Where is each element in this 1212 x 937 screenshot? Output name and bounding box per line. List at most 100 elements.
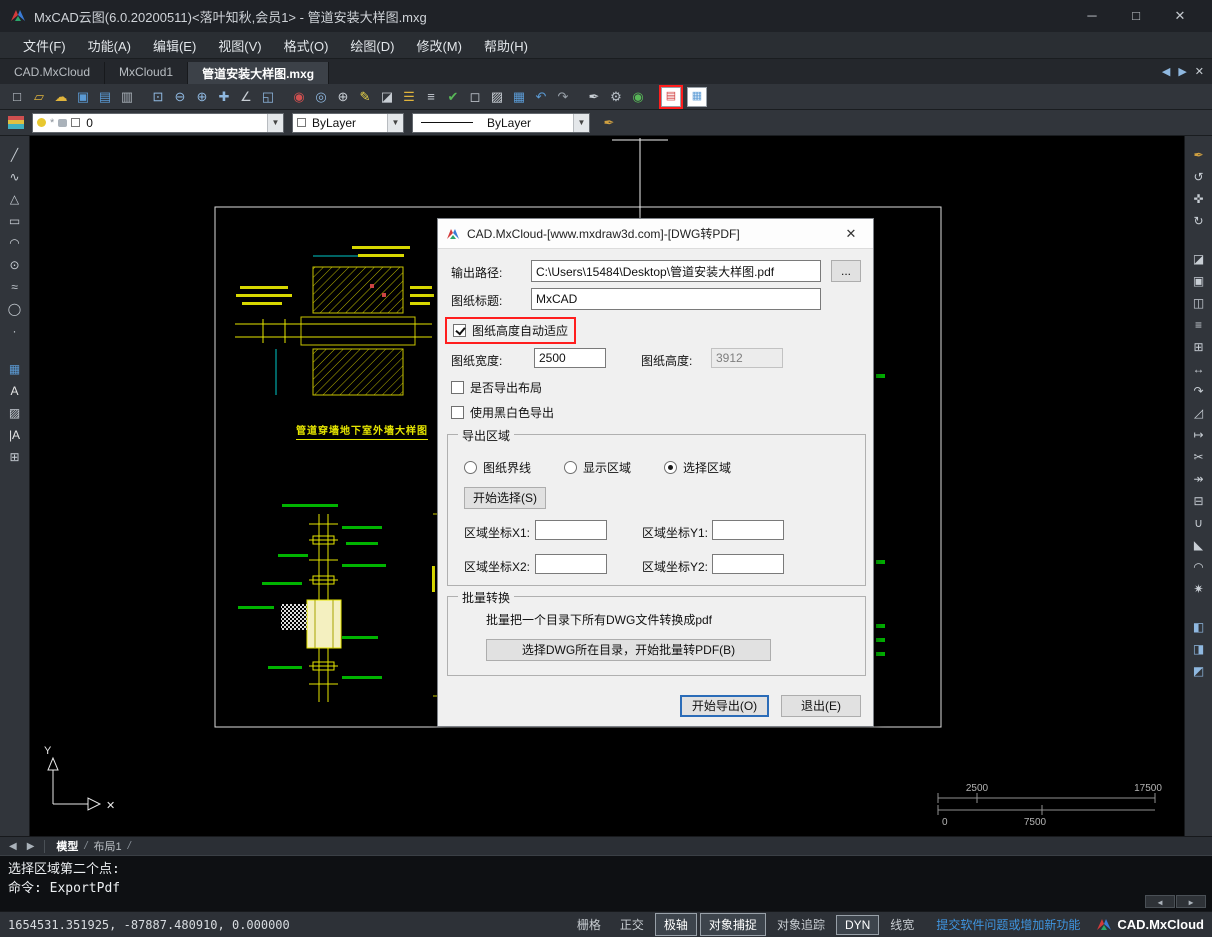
orbit-icon[interactable]: ↺ [1189, 167, 1209, 187]
mirror-icon[interactable]: ◫ [1189, 293, 1209, 313]
scale-icon[interactable]: ◿ [1189, 403, 1209, 423]
tab-scroll-left-icon[interactable]: ◀ [1162, 65, 1170, 78]
color-select[interactable]: ByLayer ▼ [292, 113, 404, 133]
join-icon[interactable]: ∪ [1189, 513, 1209, 533]
tab-close-icon[interactable]: ✕ [1195, 65, 1204, 78]
status-toggle-dyn[interactable]: DYN [836, 915, 879, 935]
region-x1-input[interactable] [535, 520, 607, 540]
output-path-input[interactable] [531, 260, 821, 282]
cmd-scroll-right-icon[interactable]: ▶ [1176, 895, 1206, 908]
layer-manager-icon[interactable] [8, 116, 24, 129]
layer-dropdown-icon[interactable]: ▼ [267, 114, 283, 132]
doc-tab-cadmxcloud[interactable]: CAD.MxCloud [0, 62, 105, 84]
region-y2-input[interactable] [712, 554, 784, 574]
rotate-icon[interactable]: ↷ [1189, 381, 1209, 401]
move-icon[interactable]: ↔ [1189, 359, 1209, 379]
line-icon[interactable]: ╱ [5, 145, 25, 165]
rotate-view-icon[interactable]: ↻ [1189, 211, 1209, 231]
menu-file[interactable]: 文件(F) [12, 32, 77, 59]
break-icon[interactable]: ⊟ [1189, 491, 1209, 511]
zoom-previous-icon[interactable]: ◉ [289, 87, 309, 107]
status-toggle-polar[interactable]: 极轴 [655, 913, 697, 936]
zoom-in-icon[interactable]: ⊕ [192, 87, 212, 107]
osnap-target-icon[interactable]: ⊕ [333, 87, 353, 107]
copy-icon[interactable]: ▣ [1189, 271, 1209, 291]
layout-tab-prev-icon[interactable]: ◀ [4, 841, 22, 852]
print-icon[interactable]: ▥ [117, 87, 137, 107]
menu-draw[interactable]: 绘图(D) [339, 32, 405, 59]
auto-height-checkbox[interactable] [453, 324, 466, 337]
tab-scroll-right-icon[interactable]: ▶ [1178, 65, 1186, 78]
select-box-icon[interactable]: ◻ [465, 87, 485, 107]
command-line-panel[interactable]: 选择区域第二个点: 命令: ExportPdf ◀ ▶ [0, 855, 1212, 911]
zoom-extents-icon[interactable]: ◱ [258, 87, 278, 107]
bw-export-checkbox[interactable] [451, 406, 464, 419]
hatch-icon[interactable]: ▨ [487, 87, 507, 107]
erase-object-icon[interactable]: ◪ [1189, 249, 1209, 269]
batch-convert-button[interactable]: 选择DWG所在目录，开始批量转PDF(B) [486, 639, 771, 661]
match-paint-icon[interactable]: ✒ [599, 113, 619, 133]
region-x2-input[interactable] [535, 554, 607, 574]
feedback-link[interactable]: 提交软件问题或增加新功能 [936, 916, 1080, 933]
ellipse-icon[interactable]: ◯ [5, 299, 25, 319]
open-file-icon[interactable]: ▱ [29, 87, 49, 107]
exit-button[interactable]: 退出(E) [781, 695, 861, 717]
menu-modify[interactable]: 修改(M) [405, 32, 473, 59]
match-properties-icon[interactable]: ✒ [1189, 145, 1209, 165]
close-button[interactable]: ✕ [1158, 8, 1202, 24]
trim-icon[interactable]: ✂ [1189, 447, 1209, 467]
redo-icon[interactable]: ↷ [553, 87, 573, 107]
stamp-icon[interactable]: ✒ [584, 87, 604, 107]
layer-select[interactable]: * 0 ▼ [32, 113, 284, 133]
menu-view[interactable]: 视图(V) [207, 32, 272, 59]
linetype-select[interactable]: ByLayer ▼ [412, 113, 590, 133]
revision-cloud-icon[interactable]: ≈ [5, 277, 25, 297]
color-dropdown-icon[interactable]: ▼ [387, 114, 403, 132]
tab-model[interactable]: 模型 [50, 838, 84, 854]
circle-icon[interactable]: ⊙ [5, 255, 25, 275]
vertical-text-icon[interactable]: |A [5, 425, 25, 445]
minimize-button[interactable]: ─ [1070, 8, 1114, 24]
image-export-icon[interactable]: ▦ [687, 87, 707, 107]
dialog-close-button[interactable]: ✕ [837, 226, 865, 242]
pan-icon[interactable]: ✚ [214, 87, 234, 107]
explode-icon[interactable]: ✷ [1189, 579, 1209, 599]
measure-angle-icon[interactable]: ∠ [236, 87, 256, 107]
edit-ok-icon[interactable]: ✔ [443, 87, 463, 107]
menu-function[interactable]: 功能(A) [77, 32, 142, 59]
sheet-extents-radio[interactable] [464, 461, 477, 474]
menu-help[interactable]: 帮助(H) [473, 32, 539, 59]
move-view-icon[interactable]: ✜ [1189, 189, 1209, 209]
layers-icon[interactable]: ☰ [399, 87, 419, 107]
erase-icon[interactable]: ◪ [377, 87, 397, 107]
extend-icon[interactable]: ↠ [1189, 469, 1209, 489]
layer-copy-icon[interactable]: ◧ [1189, 617, 1209, 637]
hatch-fill-icon[interactable]: ▨ [5, 403, 25, 423]
cloud-open-icon[interactable]: ☁ [51, 87, 71, 107]
pencil-icon[interactable]: ✎ [355, 87, 375, 107]
array-icon[interactable]: ⊞ [1189, 337, 1209, 357]
sheet-title-input[interactable] [531, 288, 821, 310]
zoom-out-icon[interactable]: ⊖ [170, 87, 190, 107]
arc-icon[interactable]: ◠ [5, 233, 25, 253]
browse-button[interactable]: ... [831, 260, 861, 282]
dialog-titlebar[interactable]: CAD.MxCloud-[www.mxdraw3d.com]-[DWG转PDF]… [438, 219, 873, 249]
options-gear-icon[interactable]: ⚙ [606, 87, 626, 107]
fillet-icon[interactable]: ◠ [1189, 557, 1209, 577]
insert-image-icon[interactable]: ▦ [5, 359, 25, 379]
doc-tab-mxcloud1[interactable]: MxCloud1 [105, 62, 188, 84]
table-icon[interactable]: ⊞ [5, 447, 25, 467]
select-area-radio[interactable] [664, 461, 677, 474]
region-y1-input[interactable] [712, 520, 784, 540]
polyline-icon[interactable]: ∿ [5, 167, 25, 187]
point-icon[interactable]: · [5, 321, 25, 341]
undo-icon[interactable]: ↶ [531, 87, 551, 107]
zoom-realtime-icon[interactable]: ◎ [311, 87, 331, 107]
status-toggle-lineweight[interactable]: 线宽 [882, 914, 922, 935]
maximize-button[interactable]: □ [1114, 8, 1158, 24]
sheet-width-input[interactable] [534, 348, 606, 368]
status-toggle-otrack[interactable]: 对象追踪 [769, 914, 833, 935]
status-toggle-osnap[interactable]: 对象捕捉 [700, 913, 766, 936]
tab-layout1[interactable]: 布局1 [87, 838, 127, 854]
rectangle-icon[interactable]: ▭ [5, 211, 25, 231]
